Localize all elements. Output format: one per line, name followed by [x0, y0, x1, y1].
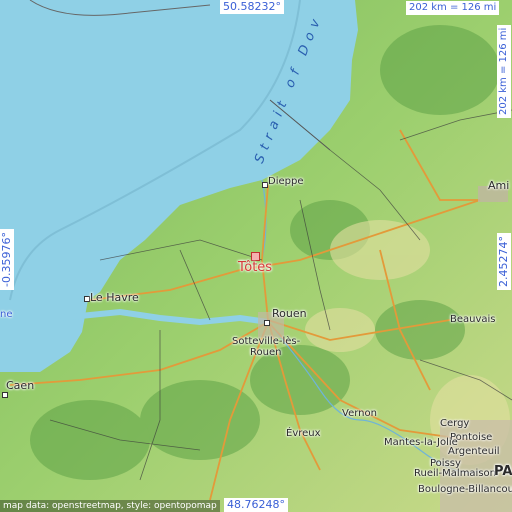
town-label-vernon: Vernon [342, 408, 377, 419]
town-label-boulogne: Boulogne-Billancourt [418, 484, 512, 495]
coord-left: -0.35976° [0, 229, 14, 290]
map-attribution: map data: openstreetmap, style: opentopo… [0, 500, 220, 512]
town-label-beauvais: Beauvais [450, 314, 496, 325]
place-label: Tôtes [238, 260, 273, 275]
coord-top: 50.58232° [220, 0, 284, 14]
coord-bottom: 48.76248° [224, 498, 288, 512]
town-label-argenteuil: Argenteuil [448, 446, 500, 457]
town-label-amiens: Ami [488, 179, 510, 192]
town-label-caen: Caen [6, 379, 35, 392]
town-label-paris: PA [494, 464, 512, 479]
town-label-rueil: Rueil-Malmaison [414, 468, 497, 479]
scale-horizontal: 202 km = 126 mi [406, 1, 500, 15]
town-label-mantes: Mantes-la-Jolie [384, 437, 458, 448]
scale-vertical: 202 km = 126 mi [497, 24, 511, 118]
town-label-lehavre: Le Havre [90, 291, 139, 304]
town-label-evreux: Évreux [286, 428, 321, 439]
caen-marker [2, 392, 8, 398]
town-label-rouen: Rouen [272, 307, 307, 320]
town-label-edge: ne [0, 309, 13, 320]
town-label-dieppe: Dieppe [268, 176, 304, 187]
rouen-marker [264, 320, 270, 326]
town-label-cergy: Cergy [440, 418, 470, 429]
coord-right: 2.45274° [497, 233, 511, 290]
town-label-sotteville-2: Rouen [250, 347, 282, 358]
